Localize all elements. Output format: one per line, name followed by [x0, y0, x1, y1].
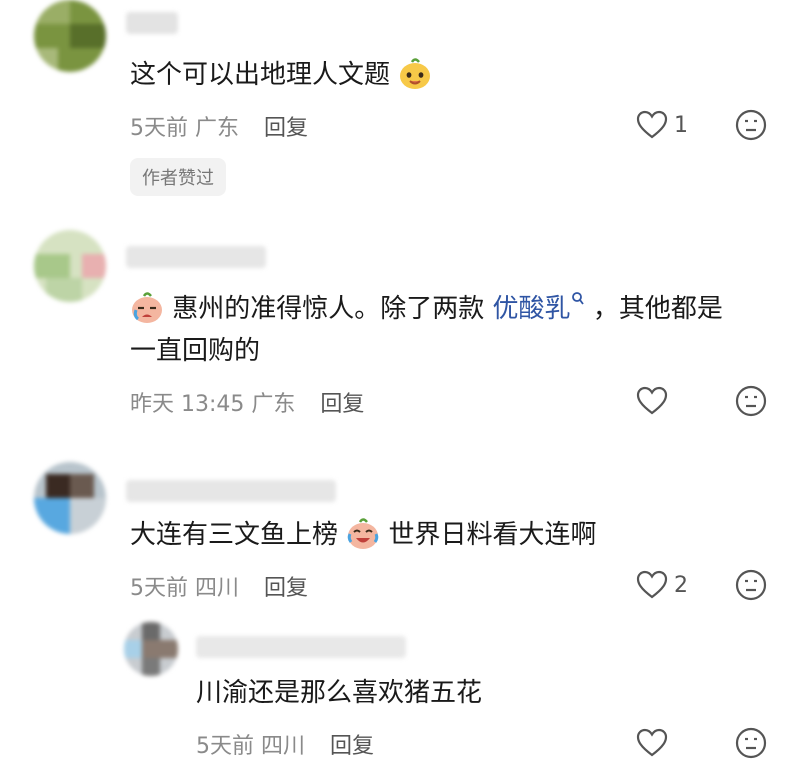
like-count: 2: [674, 572, 688, 598]
comment-time: 5天前: [130, 116, 188, 141]
like-button[interactable]: 2: [636, 570, 688, 600]
heart-icon: [636, 386, 668, 415]
username-blurred[interactable]: [126, 480, 336, 502]
comment-location: 广东: [251, 392, 296, 417]
comment-time: 昨天 13:45: [130, 392, 245, 417]
avatar[interactable]: [34, 462, 106, 534]
comment-time: 5天前: [196, 734, 254, 759]
comment-location: 广东: [195, 116, 240, 141]
reply-button[interactable]: 回复: [264, 576, 308, 601]
like-count: 1: [674, 112, 688, 138]
comment-time: 5天前: [130, 576, 188, 601]
neutral-face-icon[interactable]: [735, 727, 767, 759]
laughing-tears-face-emoji: [347, 518, 379, 549]
comment-location: 四川: [195, 576, 240, 601]
avatar[interactable]: [124, 622, 178, 676]
like-button[interactable]: 1: [636, 110, 688, 140]
smiling-face-emoji: [400, 58, 431, 89]
crying-face-emoji: [132, 292, 162, 323]
reply-text: 川渝还是那么喜欢猪五花: [196, 678, 483, 708]
comment-text: 大连有三文鱼上榜 世界日料看大连啊: [130, 514, 597, 556]
neutral-face-icon[interactable]: [735, 385, 767, 417]
author-liked-badge: 作者赞过: [130, 158, 226, 196]
reply-button[interactable]: 回复: [320, 392, 364, 417]
reply-button[interactable]: 回复: [264, 116, 308, 141]
neutral-face-icon[interactable]: [735, 569, 767, 601]
comment-meta: 5天前 四川 回复: [130, 570, 308, 602]
heart-icon: [636, 570, 668, 599]
comment-text: 惠州的准得惊人。除了两款 优酸乳 ，其他都是: [130, 288, 723, 330]
search-link[interactable]: 优酸乳: [493, 292, 585, 324]
username-blurred[interactable]: [196, 636, 406, 658]
heart-icon: [636, 728, 668, 757]
username-blurred[interactable]: [126, 12, 178, 34]
comment-meta: 5天前 广东 回复: [130, 110, 308, 142]
username-blurred[interactable]: [126, 246, 266, 268]
like-button[interactable]: [636, 728, 674, 758]
comment-text-line2: 一直回购的: [130, 336, 261, 366]
comment-meta: 5天前 四川 回复: [196, 728, 374, 760]
comment-location: 四川: [261, 734, 306, 759]
comment-text: 这个可以出地理人文题: [130, 54, 432, 96]
comment-meta: 昨天 13:45 广东 回复: [130, 386, 364, 418]
heart-icon: [636, 110, 668, 139]
search-icon: [571, 292, 584, 305]
avatar[interactable]: [34, 0, 106, 72]
neutral-face-icon[interactable]: [735, 109, 767, 141]
like-button[interactable]: [636, 386, 674, 416]
avatar[interactable]: [34, 230, 106, 302]
reply-button[interactable]: 回复: [330, 734, 374, 759]
